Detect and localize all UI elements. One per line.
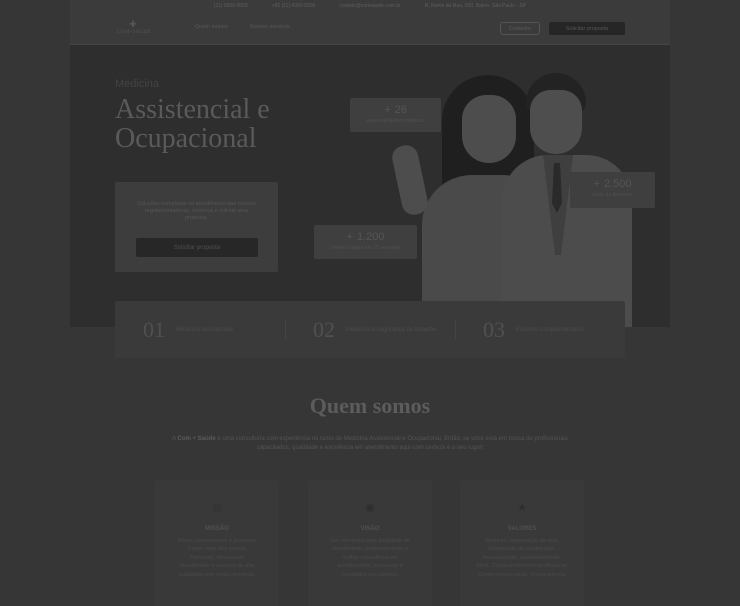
stat-accredited: +1.200 credenciados em 25 estados: [314, 225, 417, 259]
card-text: Respeito, Valorização da vida, Valorizaç…: [476, 538, 568, 578]
stat-exams: +2.500 tipos de Exames: [570, 172, 655, 208]
phone-2[interactable]: +55 (11) 0000-0000: [272, 3, 316, 9]
service-item[interactable]: 02 Medicina e segurança do trabalho: [285, 317, 455, 343]
site-logo[interactable]: ✚ COM+SAÚDE: [114, 20, 154, 38]
about-text-after: é uma consultoria com experiência no ram…: [215, 436, 568, 451]
values-card: ★ VALORES Respeito, Valorização da vida,…: [460, 480, 584, 606]
logo-text: COM+SAÚDE: [117, 30, 151, 35]
address-text: R. Nome da Rua, 000, Bairro, São Paulo -…: [424, 3, 527, 9]
site-header: ✚ COM+SAÚDE Quem somos Nossos serviços C…: [70, 12, 670, 45]
about-brand: Com + Saúde: [177, 436, 216, 442]
service-label: Exames complementares: [516, 326, 584, 333]
doctor-woman-arm: [390, 143, 430, 217]
top-info-bar: (11) 0000-0000 +55 (11) 0000-0000 contat…: [70, 0, 670, 12]
doctor-man-face: [530, 90, 582, 154]
hero-proposal-button[interactable]: Solicitar proposta: [136, 238, 258, 257]
stat-value: 2.500: [603, 178, 632, 190]
eye-icon: ◉: [365, 502, 375, 514]
about-title: Quem somos: [309, 393, 431, 418]
hero-card-text: Soluções completas no atendimento das no…: [137, 201, 256, 221]
card-text: Nosso compromisso é promover o bem estar…: [177, 538, 257, 578]
stat-label: credenciados em 25 estados: [330, 245, 401, 251]
page: (11) 0000-0000 +55 (11) 0000-0000 contat…: [0, 0, 740, 606]
service-number: 03: [483, 316, 505, 342]
plus-icon: +: [384, 104, 391, 116]
services-strip: 01 Medicina assistencial 02 Medicina e s…: [115, 301, 625, 358]
target-icon: ◎: [212, 502, 222, 514]
logo-icon: ✚: [129, 19, 137, 29]
card-text: Ser referência pela qualidade de atendim…: [330, 538, 410, 578]
star-icon: ★: [517, 502, 527, 514]
request-proposal-button[interactable]: Solicitar proposta: [549, 22, 625, 35]
plus-icon: +: [346, 231, 353, 243]
vision-card: ◉ VISÃO Ser referência pela qualidade de…: [308, 480, 432, 606]
email-link[interactable]: contato@comsaude.com.br: [339, 3, 400, 9]
service-label: Medicina e segurança do trabalho: [346, 326, 437, 333]
mission-card: ◎ MISSÃO Nosso compromisso é promover o …: [155, 480, 279, 606]
hero-proposal-card: Soluções completas no atendimento das no…: [115, 182, 278, 272]
about-text: A Com + Saúde é uma consultoria com expe…: [170, 435, 570, 453]
nav-item-quem-somos[interactable]: Quem somos: [195, 24, 228, 30]
phone-1[interactable]: (11) 0000-0000: [214, 3, 248, 9]
register-button[interactable]: Cadastre: [500, 22, 540, 35]
stat-label: tipos de Exames: [592, 192, 633, 198]
doctor-woman-face: [462, 95, 516, 163]
stat-value: 1.200: [356, 231, 385, 243]
nav-item-servicos[interactable]: Nossos serviços: [250, 24, 290, 30]
hero-title: Assistencial e Ocupacional: [115, 94, 270, 154]
stat-label: especialidades médicas: [366, 118, 425, 124]
hero-eyebrow: Medicina: [115, 78, 160, 90]
stat-value: 26: [394, 104, 407, 116]
card-title: MISSÃO: [205, 526, 229, 532]
hero-section: Medicina Assistencial e Ocupacional Solu…: [70, 45, 670, 327]
stat-specialties: +26 especialidades médicas: [350, 98, 441, 132]
service-item[interactable]: 01 Medicina assistencial: [115, 317, 285, 343]
main-nav: Quem somos Nossos serviços: [195, 24, 290, 30]
card-title: VALORES: [507, 526, 537, 532]
plus-icon: +: [593, 178, 600, 190]
service-number: 02: [313, 316, 335, 342]
service-number: 01: [143, 316, 165, 342]
service-label: Medicina assistencial: [176, 326, 233, 333]
service-item[interactable]: 03 Exames complementares: [455, 317, 625, 343]
card-title: VISÃO: [360, 526, 380, 532]
